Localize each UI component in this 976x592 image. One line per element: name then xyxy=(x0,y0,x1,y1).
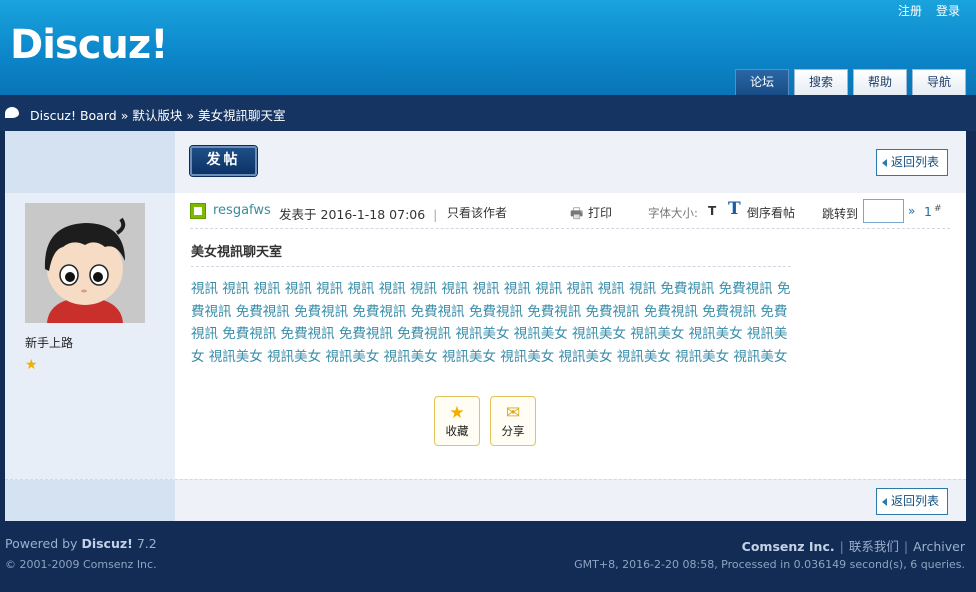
share-label: 分享 xyxy=(501,424,525,438)
archiver-link[interactable]: Archiver xyxy=(913,539,965,554)
floor-number[interactable]: 1 # xyxy=(924,204,942,219)
login-link[interactable]: 登录 xyxy=(936,2,960,19)
post-header: resgafws 发表于 2016-1-18 07:06 | 只看该作者 🖶 打印… xyxy=(190,199,950,229)
envelope-icon: ✉ xyxy=(505,403,521,423)
powered-by: Powered by Discuz! 7.2 xyxy=(5,536,157,551)
star-icon: ★ xyxy=(25,357,38,373)
tab-help[interactable]: 帮助 xyxy=(853,69,907,95)
thread-bottom-toolbar: 返回列表 xyxy=(5,479,966,522)
top-links: 注册 登录 xyxy=(898,2,960,19)
site-logo[interactable]: Discuz! xyxy=(10,22,168,68)
thread-container: 发帖 返回列表 新手上路 ★ resgafws 发表于 2016-1-18 07… xyxy=(5,131,966,522)
arrow-left-icon xyxy=(882,159,887,167)
breadcrumb-board[interactable]: Discuz! Board xyxy=(30,108,117,123)
speech-bubble-icon xyxy=(5,107,19,118)
tab-navigation[interactable]: 导航 xyxy=(912,69,966,95)
breadcrumb: Discuz! Board» 默认版块» 美女視訊聊天室 xyxy=(30,105,286,124)
footer: Powered by Discuz! 7.2 © 2001-2009 Comse… xyxy=(0,521,976,592)
star-icon: ★ xyxy=(449,403,465,423)
post-title: 美女視訊聊天室 xyxy=(191,245,283,260)
back-to-list-label: 返回列表 xyxy=(891,494,940,508)
breadcrumb-section[interactable]: 默认版块 xyxy=(132,108,182,123)
posted-prefix: 发表于 xyxy=(279,207,317,222)
breadcrumb-separator: » xyxy=(186,108,195,123)
new-post-button[interactable]: 发帖 xyxy=(190,146,257,176)
author-username[interactable]: resgafws xyxy=(213,203,271,218)
copyright: © 2001-2009 Comsenz Inc. xyxy=(5,558,157,571)
register-link[interactable]: 注册 xyxy=(898,2,922,19)
goto-label: 跳转到 xyxy=(822,207,859,221)
tab-forum[interactable]: 论坛 xyxy=(735,69,789,95)
contact-link[interactable]: 联系我们 xyxy=(849,539,899,554)
divider xyxy=(191,266,791,267)
user-rank: 新手上路 xyxy=(25,336,74,350)
cartoon-avatar-icon xyxy=(25,203,145,323)
page-stats: GMT+8, 2016-2-20 08:58, Processed in 0.0… xyxy=(574,558,965,571)
avatar[interactable] xyxy=(25,203,145,323)
post-time: 发表于 2016-1-18 07:06 | xyxy=(279,207,438,222)
back-to-list-button-bottom[interactable]: 返回列表 xyxy=(876,488,948,515)
header: Discuz! 注册 登录 论坛 搜索 帮助 导航 xyxy=(0,0,976,95)
arrow-left-icon xyxy=(882,498,887,506)
posted-time-value: 2016-1-18 07:06 xyxy=(320,207,426,222)
share-button[interactable]: ✉ 分享 xyxy=(490,396,536,446)
goto-button[interactable]: » xyxy=(908,204,915,218)
company-link[interactable]: Comsenz Inc. xyxy=(742,539,835,554)
footer-links: Comsenz Inc. | 联系我们 | Archiver xyxy=(741,539,965,554)
user-icon xyxy=(190,203,206,219)
favorite-label: 收藏 xyxy=(445,424,469,438)
author-only-link[interactable]: 只看该作者 xyxy=(447,204,507,221)
goto-input[interactable] xyxy=(863,199,904,223)
breadcrumb-thread: 美女視訊聊天室 xyxy=(198,108,286,123)
tab-search[interactable]: 搜索 xyxy=(794,69,848,95)
breadcrumb-bar: Discuz! Board» 默认版块» 美女視訊聊天室 xyxy=(0,95,976,131)
post-body[interactable]: 視訊 視訊 視訊 視訊 視訊 視訊 視訊 視訊 視訊 視訊 視訊 視訊 視訊 視… xyxy=(191,278,791,368)
favorite-button[interactable]: ★ 收藏 xyxy=(434,396,480,446)
printer-icon: 🖶 xyxy=(570,206,584,222)
nav-tabs: 论坛 搜索 帮助 导航 xyxy=(735,69,966,95)
reverse-order-link[interactable]: 倒序看帖 xyxy=(747,204,795,221)
thread-toolbar: 发帖 返回列表 xyxy=(5,131,966,193)
font-size-label: 字体大小: xyxy=(648,206,698,220)
print-label: 打印 xyxy=(588,206,613,220)
discuz-link[interactable]: Discuz! xyxy=(81,536,132,551)
font-size-toggle[interactable]: T xyxy=(708,204,716,218)
author-panel: 新手上路 ★ xyxy=(5,193,175,479)
print-link[interactable]: 🖶 打印 xyxy=(570,204,613,222)
back-to-list-button[interactable]: 返回列表 xyxy=(876,149,948,176)
back-to-list-label: 返回列表 xyxy=(891,155,940,169)
breadcrumb-separator: » xyxy=(120,108,129,123)
reverse-order-icon: T xyxy=(728,199,741,219)
